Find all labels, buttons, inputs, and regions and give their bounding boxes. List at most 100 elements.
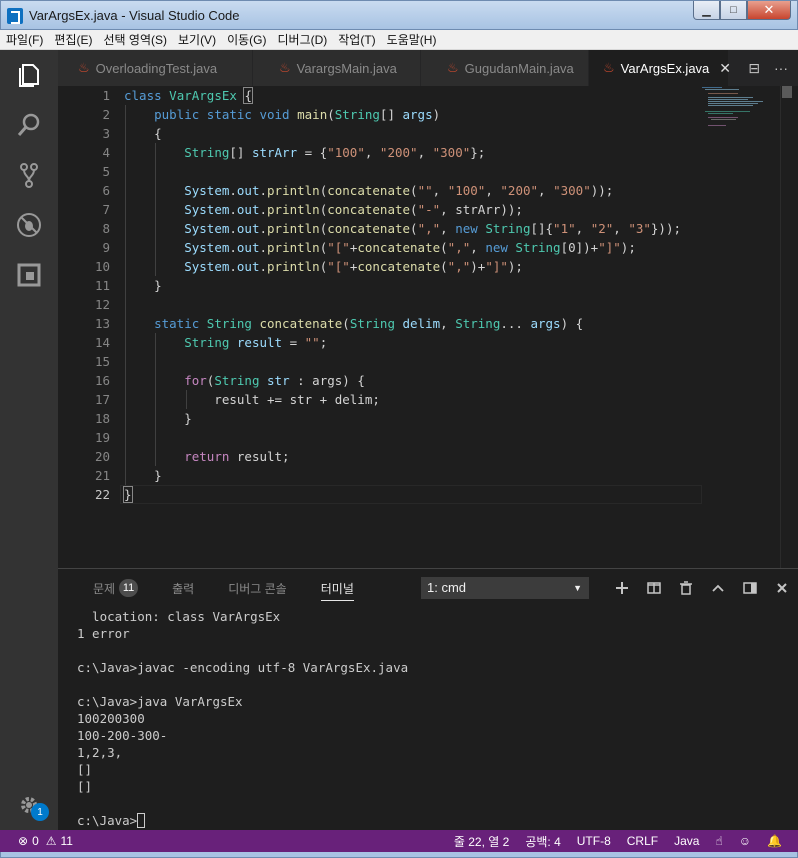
- terminal-prompt-line[interactable]: c:\Java>: [77, 812, 408, 829]
- bottom-panel: 문제 11 출력 디버그 콘솔 터미널 1: cmd ▼ location: c…: [58, 568, 798, 830]
- feedback-smiley-icon[interactable]: ☺: [739, 834, 751, 848]
- terminal-line: c:\Java>java VarArgsEx: [77, 694, 243, 709]
- new-terminal-icon[interactable]: [606, 577, 638, 599]
- split-terminal-icon[interactable]: [638, 577, 670, 599]
- terminal-select-value: 1: cmd: [427, 580, 467, 595]
- panel-actions: [606, 577, 798, 599]
- window-title-bar: VarArgsEx.java - Visual Studio Code ▁ □ …: [0, 0, 798, 30]
- code-editor[interactable]: 1 2 3 4 5 6 7 8 9 10 11 12 13 14 15 16 17 18 19 20 21 22 clas…: [58, 86, 798, 568]
- tab-problems[interactable]: 문제 11: [93, 579, 139, 597]
- tab-label: GugudanMain.java: [464, 60, 574, 76]
- line-number: 18: [94, 411, 110, 426]
- more-actions-icon[interactable]: ···: [774, 60, 788, 76]
- language-mode[interactable]: Java: [674, 834, 699, 848]
- error-count: 0: [32, 834, 39, 848]
- menu-view[interactable]: 보기(V): [178, 31, 216, 48]
- terminal-line: []: [77, 779, 93, 794]
- search-icon[interactable]: [14, 110, 44, 140]
- java-file-icon: ♨: [78, 60, 90, 75]
- java-file-icon: ♨: [447, 60, 459, 75]
- java-file-icon: ♨: [603, 60, 615, 75]
- tab-varargsex[interactable]: ♨ VarArgsEx.java ✕: [589, 50, 731, 86]
- window-controls: ▁ □ ✕: [693, 1, 791, 21]
- trash-icon[interactable]: [670, 577, 702, 599]
- menu-bar: 파일(F) 편집(E) 선택 영역(S) 보기(V) 이동(G) 디버그(D) …: [0, 30, 798, 50]
- files-icon[interactable]: [14, 60, 44, 90]
- line-number: 15: [94, 354, 110, 369]
- close-window-button[interactable]: ✕: [747, 1, 791, 20]
- thumbs-up-icon[interactable]: ☝: [715, 834, 722, 848]
- line-number: 12: [94, 297, 110, 312]
- indentation[interactable]: 공백: 4: [525, 833, 560, 850]
- editor-scrollbar[interactable]: [780, 86, 794, 568]
- terminal-select[interactable]: 1: cmd ▼: [421, 577, 589, 599]
- menu-selection[interactable]: 선택 영역(S): [103, 31, 167, 48]
- maximize-button[interactable]: □: [720, 1, 747, 20]
- line-number: 13: [94, 316, 110, 331]
- line-number: 9: [102, 240, 110, 255]
- notifications-bell-icon[interactable]: 🔔: [767, 834, 782, 848]
- menu-edit[interactable]: 편집(E): [54, 31, 92, 48]
- line-number: 8: [102, 221, 110, 236]
- line-number: 10: [94, 259, 110, 274]
- tab-label: OverloadingTest.java: [95, 60, 218, 76]
- line-number: 5: [102, 164, 110, 179]
- tab-terminal[interactable]: 터미널: [320, 580, 354, 601]
- java-file-icon: ♨: [279, 60, 291, 75]
- line-number: 6: [102, 183, 110, 198]
- problems-status[interactable]: ⊗ 0 ⚠ 11: [0, 834, 73, 848]
- terminal-line: location: class VarArgsEx: [77, 609, 281, 624]
- close-panel-icon[interactable]: [766, 577, 798, 599]
- tab-output[interactable]: 출력: [172, 580, 194, 597]
- line-number: 14: [94, 335, 110, 350]
- line-number: 21: [94, 468, 110, 483]
- line-number: 4: [102, 145, 110, 160]
- line-number: 16: [94, 373, 110, 388]
- line-number: 11: [94, 278, 110, 293]
- warning-icon: ⚠: [45, 834, 57, 848]
- activity-bar: [0, 50, 58, 830]
- minimap[interactable]: [702, 86, 778, 126]
- tab-label: VarArgsEx.java: [620, 60, 710, 76]
- extensions-icon[interactable]: [14, 260, 44, 290]
- tab-gugudanmain[interactable]: ♨ GugudanMain.java: [421, 50, 589, 86]
- line-number: 22: [94, 487, 110, 502]
- debug-icon[interactable]: [14, 210, 44, 240]
- tab-varargsmain[interactable]: ♨ VarargsMain.java: [253, 50, 421, 86]
- line-number: 2: [102, 107, 110, 122]
- menu-help[interactable]: 도움말(H): [387, 31, 437, 48]
- window-title: VarArgsEx.java - Visual Studio Code: [29, 8, 240, 23]
- minimize-button[interactable]: ▁: [693, 1, 720, 20]
- terminal-prompt: c:\Java>: [77, 813, 138, 828]
- menu-debug[interactable]: 디버그(D): [277, 31, 327, 48]
- terminal-line: []: [77, 762, 93, 777]
- terminal-line: 100-200-300-: [77, 728, 168, 743]
- split-editor-icon[interactable]: ⊟: [748, 60, 760, 77]
- maximize-panel-icon[interactable]: [702, 577, 734, 599]
- menu-go[interactable]: 이동(G): [227, 31, 266, 48]
- scrollbar-thumb[interactable]: [782, 86, 792, 98]
- cursor-position[interactable]: 줄 22, 열 2: [454, 833, 509, 850]
- source-control-icon[interactable]: [14, 160, 44, 190]
- line-number: 17: [94, 392, 110, 407]
- code-content[interactable]: class VarArgsEx { public static void mai…: [123, 86, 704, 504]
- terminal-line: 1,2,3,: [77, 745, 123, 760]
- terminal-cursor: [137, 813, 146, 828]
- line-number: 20: [94, 449, 110, 464]
- terminal-output[interactable]: location: class VarArgsEx 1 error c:\Java>…: [77, 608, 408, 829]
- file-encoding[interactable]: UTF-8: [577, 834, 611, 848]
- tab-overloadingtest[interactable]: ♨ OverloadingTest.java: [58, 50, 253, 86]
- line-number: 1: [102, 88, 110, 103]
- tab-debug-console[interactable]: 디버그 콘솔: [228, 580, 287, 597]
- status-bar: ⊗ 0 ⚠ 11 줄 22, 열 2 공백: 4 UTF-8 CRLF Java…: [0, 830, 798, 852]
- chevron-down-icon: ▼: [573, 583, 582, 593]
- close-tab-icon[interactable]: ✕: [719, 60, 731, 77]
- tab-actions: ⊟ ···: [748, 50, 798, 86]
- line-ending[interactable]: CRLF: [627, 834, 658, 848]
- menu-file[interactable]: 파일(F): [6, 31, 43, 48]
- toggle-panel-position-icon[interactable]: [734, 577, 766, 599]
- menu-tasks[interactable]: 작업(T): [338, 31, 375, 48]
